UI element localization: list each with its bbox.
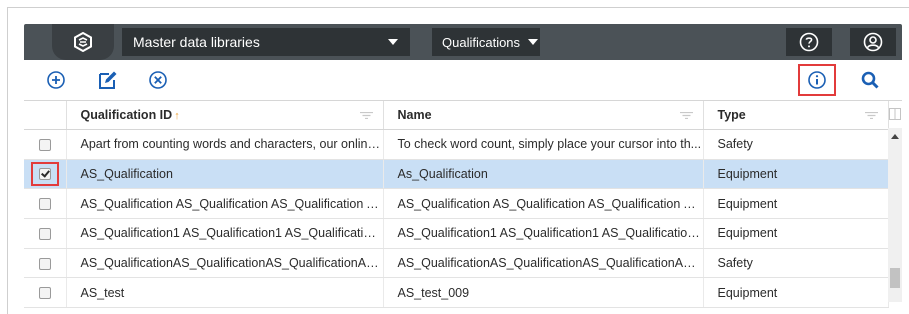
select-all-column (24, 101, 67, 130)
cell-type: Equipment (703, 159, 889, 190)
row-checkbox-cell[interactable] (24, 248, 67, 279)
pencil-square-icon (99, 71, 117, 89)
cell-qualification-id: AS_Qualification (66, 159, 384, 190)
qualifications-select[interactable]: Qualifications (432, 28, 540, 56)
top-bar: Master data libraries Qualifications (24, 24, 902, 60)
library-select[interactable]: Master data libraries (122, 28, 410, 56)
help-button[interactable] (786, 28, 832, 56)
row-checkbox-cell[interactable] (24, 218, 67, 249)
row-checkbox-cell[interactable] (24, 159, 67, 190)
grid-header-row: Qualification ID ↑ Name Type (24, 101, 902, 130)
table-row[interactable]: AS_QualificationAS_QualificationAS_Quali… (24, 248, 902, 279)
sort-ascending-icon: ↑ (174, 110, 180, 122)
filter-icon[interactable] (359, 112, 373, 119)
row-checkbox-cell[interactable] (24, 188, 67, 220)
scrollbar-thumb[interactable] (890, 268, 900, 288)
cell-qualification-id: AS_QualificationAS_QualificationAS_Quali… (66, 248, 384, 279)
row-checkbox[interactable] (38, 228, 51, 241)
cell-name: To check word count, simply place your c… (383, 129, 704, 160)
row-checkbox[interactable] (38, 257, 51, 270)
app-logo[interactable] (52, 24, 114, 60)
search-icon (861, 71, 879, 89)
qualifications-grid: Qualification ID ↑ Name Type Apart from c… (24, 100, 902, 309)
column-label: Name (397, 108, 432, 122)
table-row[interactable]: AS_test AS_test_009 Equipment (24, 277, 902, 309)
logo-icon (74, 32, 92, 52)
cell-qualification-id: AS_test (66, 277, 384, 309)
toolbar (24, 60, 902, 100)
cell-name: AS_QualificationAS_QualificationAS_Quali… (383, 248, 704, 279)
column-header-qualification-id[interactable]: Qualification ID ↑ (66, 101, 384, 130)
column-chooser-button[interactable] (888, 101, 902, 127)
table-row[interactable]: AS_Qualification1 AS_Qualification1 AS_Q… (24, 218, 902, 249)
chevron-down-icon (388, 39, 398, 45)
cell-name: AS_test_009 (383, 277, 704, 309)
row-checkbox[interactable] (38, 287, 51, 300)
cell-qualification-id: AS_Qualification1 AS_Qualification1 AS_Q… (66, 218, 384, 249)
info-button[interactable] (798, 64, 836, 96)
row-checkbox[interactable] (38, 198, 51, 211)
cell-name: AS_Qualification1 AS_Qualification1 AS_Q… (383, 218, 704, 249)
row-checkbox-checked[interactable] (38, 168, 51, 181)
user-button[interactable] (850, 28, 896, 56)
cell-name: As_Qualification (383, 159, 704, 190)
column-label: Type (717, 108, 746, 122)
cell-type: Safety (703, 248, 889, 279)
delete-button[interactable] (144, 66, 172, 94)
column-header-name[interactable]: Name (383, 101, 704, 130)
column-header-type[interactable]: Type (703, 101, 889, 130)
table-row[interactable]: Apart from counting words and characters… (24, 129, 902, 160)
row-checkbox[interactable] (38, 139, 51, 152)
filter-icon[interactable] (679, 112, 693, 119)
edit-button[interactable] (94, 66, 122, 94)
info-circle-icon (808, 71, 826, 89)
scroll-up-arrow-icon[interactable] (891, 134, 899, 139)
cell-type: Equipment (703, 218, 889, 249)
cell-name: AS_Qualification AS_Qualification AS_Qua… (383, 188, 704, 220)
cell-type: Equipment (703, 277, 889, 309)
filter-icon[interactable] (864, 112, 878, 119)
library-select-label: Master data libraries (133, 34, 260, 50)
user-circle-icon (863, 32, 883, 52)
vertical-scrollbar[interactable] (888, 128, 902, 302)
cell-type: Safety (703, 129, 889, 160)
search-button[interactable] (856, 66, 884, 94)
row-checkbox-cell[interactable] (24, 129, 67, 160)
plus-circle-icon (47, 71, 65, 89)
checkbox-highlight (30, 162, 59, 187)
row-checkbox-cell[interactable] (24, 277, 67, 309)
cell-qualification-id: Apart from counting words and characters… (66, 129, 384, 160)
cell-type: Equipment (703, 188, 889, 220)
column-label: Qualification ID (80, 108, 173, 122)
chevron-down-icon (528, 39, 539, 45)
x-circle-icon (149, 71, 167, 89)
cell-qualification-id: AS_Qualification AS_Qualification AS_Qua… (66, 188, 384, 220)
table-row[interactable]: AS_Qualification AS_Qualification AS_Qua… (24, 188, 902, 220)
columns-icon (889, 108, 901, 120)
help-circle-icon (799, 32, 819, 52)
table-row-selected[interactable]: AS_Qualification As_Qualification Equipm… (24, 159, 902, 190)
add-button[interactable] (42, 66, 70, 94)
qualifications-select-label: Qualifications (442, 34, 521, 50)
